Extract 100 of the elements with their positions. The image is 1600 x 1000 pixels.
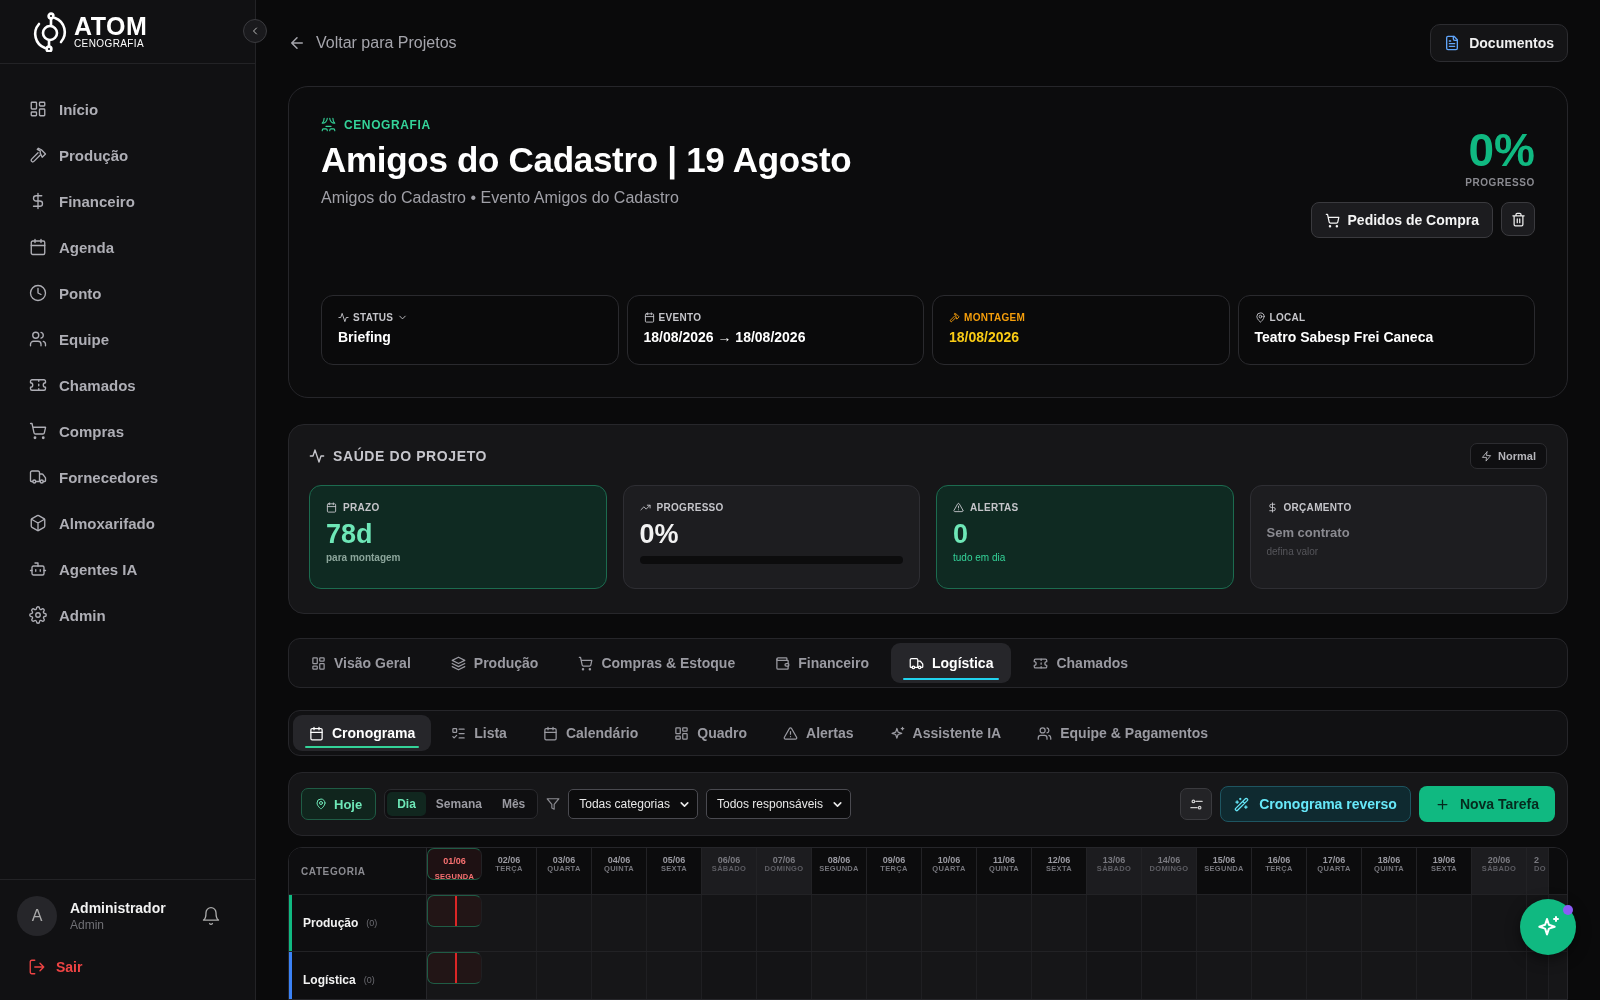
metric-note: tudo em dia <box>953 552 1007 563</box>
info-value: Briefing <box>338 329 392 345</box>
nav-item[interactable]: Ponto <box>0 270 255 316</box>
document-icon <box>1444 35 1461 51</box>
task-count: (0) <box>366 918 378 928</box>
category-select[interactable]: Todas categorias <box>568 789 698 819</box>
today-line <box>455 953 457 983</box>
view-tab[interactable]: Assistente IA <box>873 715 1018 751</box>
project-category: CENOGRAFIA <box>344 117 431 132</box>
tab[interactable]: Compras & Estoque <box>560 643 754 683</box>
notifications-button[interactable] <box>201 906 221 926</box>
nav-item[interactable]: Almoxarifado <box>0 500 255 546</box>
logout-link[interactable]: Sair <box>0 958 255 976</box>
grid-icon <box>674 725 690 741</box>
nav-item[interactable]: Início <box>0 86 255 132</box>
metric-label: ORÇAMENTO <box>1283 502 1352 513</box>
view-option[interactable]: Dia <box>387 792 426 816</box>
view-tab[interactable]: Calendário <box>526 715 655 751</box>
category-name: Logística <box>303 973 356 987</box>
info-card[interactable]: STATUS Briefing <box>321 295 619 365</box>
clock-icon <box>29 284 47 302</box>
calendar-icon <box>326 502 337 513</box>
warning-icon <box>953 502 964 513</box>
nav-item[interactable]: Financeiro <box>0 178 255 224</box>
hammer-icon <box>949 312 960 323</box>
calendar-icon <box>309 725 324 741</box>
owner-select[interactable]: Todos responsáveis <box>705 789 852 819</box>
filter-icon <box>546 797 561 811</box>
checklist-icon <box>451 725 467 741</box>
magic-wand-icon <box>1234 796 1250 812</box>
purchase-orders-button[interactable]: Pedidos de Compra <box>1310 202 1493 238</box>
view-tab[interactable]: Cronograma <box>293 715 432 751</box>
metric-value: Sem contrato <box>1266 525 1351 540</box>
tab[interactable]: Visão Geral <box>293 643 429 683</box>
nav-item[interactable]: Chamados <box>0 362 255 408</box>
robot-icon <box>29 560 47 578</box>
tab[interactable]: Chamados <box>1015 643 1147 683</box>
metric-value: 78d <box>326 519 374 550</box>
nav-item[interactable]: Agentes IA <box>0 546 255 592</box>
nav-item[interactable]: Equipe <box>0 316 255 362</box>
layers-icon <box>450 655 466 671</box>
view-tab[interactable]: Equipe & Pagamentos <box>1021 715 1225 751</box>
ticket-icon <box>29 376 47 394</box>
mode-button[interactable]: Normal <box>1470 443 1547 469</box>
view-tab[interactable]: Quadro <box>658 715 764 751</box>
nav-item[interactable]: Compras <box>0 408 255 454</box>
info-label: STATUS <box>353 312 394 323</box>
nav-item[interactable]: Produção <box>0 132 255 178</box>
user-name: Administrador <box>70 900 167 916</box>
tab[interactable]: Logística <box>891 643 1012 683</box>
tab[interactable]: Financeiro <box>757 643 887 683</box>
ticket-icon <box>1033 655 1049 671</box>
metric-label: PROGRESSO <box>656 502 724 513</box>
today-button[interactable]: Hoje <box>301 788 377 820</box>
logo-tagline: CENOGRAFIA <box>74 39 146 49</box>
trend-up-icon <box>639 502 651 513</box>
view-option[interactable]: Semana <box>425 792 492 816</box>
logo-name: ATOM <box>74 14 148 39</box>
truck-icon <box>29 468 47 486</box>
calendar-icon <box>29 238 47 256</box>
metric-label: PRAZO <box>343 502 380 513</box>
avatar: A <box>17 896 57 936</box>
warning-icon <box>783 725 799 741</box>
nav-item[interactable]: Agenda <box>0 224 255 270</box>
project-subtitle: Amigos do Cadastro • Evento Amigos do Cadastro <box>321 189 680 207</box>
location-pin-icon <box>1254 312 1266 323</box>
documents-button[interactable]: Documentos <box>1430 24 1568 62</box>
view-option[interactable]: Mês <box>491 792 536 816</box>
calendar-icon <box>542 725 558 741</box>
lightning-icon <box>1481 450 1493 462</box>
info-value: 18/08/2026 <box>949 329 1021 345</box>
settings-icon <box>29 606 47 624</box>
today-line <box>455 896 457 926</box>
view-tab[interactable]: Alertas <box>767 715 870 751</box>
collapse-button[interactable] <box>243 19 267 43</box>
notification-dot <box>1563 905 1573 915</box>
delete-button[interactable] <box>1501 202 1535 236</box>
settings-button[interactable] <box>1180 788 1213 820</box>
back-link[interactable]: Voltar para Projetos <box>288 34 457 52</box>
info-label: MONTAGEM <box>964 312 1026 323</box>
progress-label: PROGRESSO <box>1465 177 1535 188</box>
location-pin-icon <box>315 798 327 810</box>
dollar-icon <box>1266 502 1278 513</box>
column-header: CATEGORIA <box>301 865 366 877</box>
view-tab[interactable]: Lista <box>435 715 523 751</box>
metric-value: 0 <box>953 519 970 550</box>
reverse-schedule-button[interactable]: Cronograma reverso <box>1220 786 1411 822</box>
pulse-icon <box>309 448 325 464</box>
nav-item[interactable]: Fornecedores <box>0 454 255 500</box>
category-name: Produção <box>303 916 359 930</box>
sparkles-icon <box>889 725 905 741</box>
metric-value: 0% <box>639 519 680 550</box>
tab[interactable]: Produção <box>432 643 557 683</box>
box-icon <box>29 514 47 532</box>
cart-icon <box>1324 212 1340 228</box>
health-title: SAÚDE DO PROJETO <box>333 448 488 464</box>
nav-item[interactable]: Admin <box>0 592 255 638</box>
bell-icon <box>201 906 221 926</box>
grid-icon <box>29 100 47 118</box>
new-task-button[interactable]: Nova Tarefa <box>1418 786 1555 822</box>
